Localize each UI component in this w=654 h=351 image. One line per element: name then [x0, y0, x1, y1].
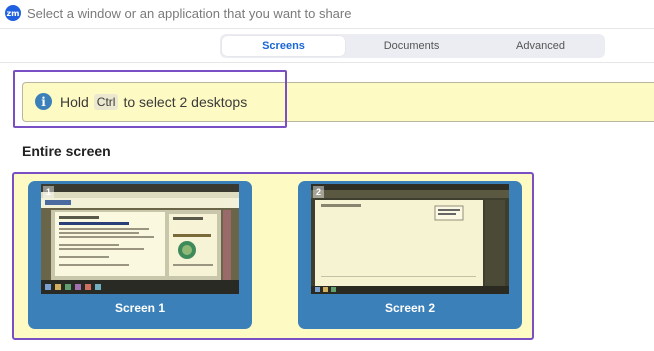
info-icon: i	[35, 93, 52, 110]
screen-2-label: Screen 2	[384, 301, 436, 315]
tab-advanced[interactable]: Advanced	[478, 36, 603, 56]
screen-2-thumbnail: 2	[311, 184, 509, 294]
zoom-logo-icon: zm	[5, 5, 21, 21]
screen-1-preview-image	[41, 184, 239, 294]
banner-text-after: to select 2 desktops	[123, 94, 248, 110]
ctrl-key-badge: Ctrl	[93, 94, 119, 110]
screen-2-preview-image	[311, 184, 509, 294]
info-banner: i Hold Ctrl to select 2 desktops	[22, 82, 654, 122]
screen-1-card[interactable]: 1 Screen 1	[28, 181, 252, 329]
screens-panel: 1 Screen 1 2 Screen 2	[12, 172, 534, 340]
divider	[0, 62, 654, 63]
screen-1-number-badge: 1	[43, 186, 54, 198]
section-title: Entire screen	[22, 143, 111, 159]
share-tabs: Screens Documents Advanced	[220, 34, 605, 58]
tab-documents[interactable]: Documents	[349, 36, 474, 56]
screen-2-number-badge: 2	[313, 186, 324, 198]
banner-text-before: Hold	[60, 94, 89, 110]
screen-2-card[interactable]: 2 Screen 2	[298, 181, 522, 329]
tab-screens[interactable]: Screens	[222, 36, 346, 56]
screen-1-thumbnail: 1	[41, 184, 239, 294]
banner-text: Hold Ctrl to select 2 desktops	[60, 94, 247, 110]
title-bar: zm Select a window or an application tha…	[0, 0, 654, 29]
share-screen-dialog: zm Select a window or an application tha…	[0, 0, 654, 351]
screen-1-label: Screen 1	[114, 301, 166, 315]
window-title: Select a window or an application that y…	[27, 6, 352, 21]
